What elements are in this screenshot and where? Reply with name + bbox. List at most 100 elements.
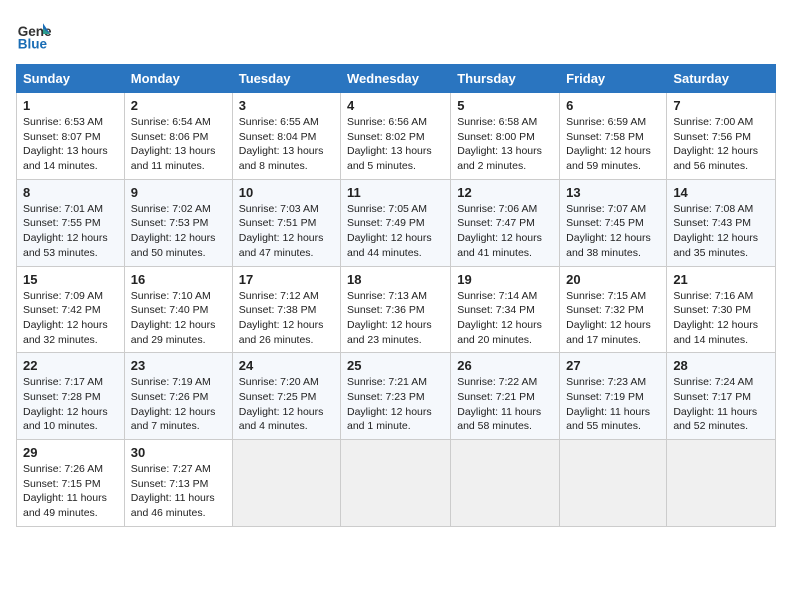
sunrise-label: Sunrise: 6:54 AM (131, 116, 211, 128)
day-number: 7 (673, 98, 769, 113)
calendar-day-cell: 24 Sunrise: 7:20 AM Sunset: 7:25 PM Dayl… (232, 353, 340, 440)
sunset-label: Sunset: 7:42 PM (23, 304, 101, 316)
day-detail: Sunrise: 7:03 AM Sunset: 7:51 PM Dayligh… (239, 202, 334, 261)
calendar-day-cell (560, 440, 667, 527)
day-number: 1 (23, 98, 118, 113)
sunrise-label: Sunrise: 7:23 AM (566, 376, 646, 388)
calendar-week-row: 1 Sunrise: 6:53 AM Sunset: 8:07 PM Dayli… (17, 93, 776, 180)
sunrise-label: Sunrise: 7:09 AM (23, 290, 103, 302)
daylight-label: Daylight: 12 hours and 38 minutes. (566, 232, 651, 259)
day-number: 28 (673, 358, 769, 373)
calendar-day-cell: 15 Sunrise: 7:09 AM Sunset: 7:42 PM Dayl… (17, 266, 125, 353)
day-detail: Sunrise: 6:55 AM Sunset: 8:04 PM Dayligh… (239, 115, 334, 174)
weekday-header-row: SundayMondayTuesdayWednesdayThursdayFrid… (17, 65, 776, 93)
day-number: 30 (131, 445, 226, 460)
weekday-header-monday: Monday (124, 65, 232, 93)
day-number: 17 (239, 272, 334, 287)
day-detail: Sunrise: 7:14 AM Sunset: 7:34 PM Dayligh… (457, 289, 553, 348)
calendar-day-cell: 16 Sunrise: 7:10 AM Sunset: 7:40 PM Dayl… (124, 266, 232, 353)
sunrise-label: Sunrise: 6:55 AM (239, 116, 319, 128)
calendar-table: SundayMondayTuesdayWednesdayThursdayFrid… (16, 64, 776, 527)
daylight-label: Daylight: 11 hours and 55 minutes. (566, 406, 650, 433)
calendar-day-cell: 5 Sunrise: 6:58 AM Sunset: 8:00 PM Dayli… (451, 93, 560, 180)
daylight-label: Daylight: 12 hours and 59 minutes. (566, 145, 651, 172)
day-detail: Sunrise: 6:53 AM Sunset: 8:07 PM Dayligh… (23, 115, 118, 174)
day-detail: Sunrise: 7:27 AM Sunset: 7:13 PM Dayligh… (131, 462, 226, 521)
day-number: 14 (673, 185, 769, 200)
day-detail: Sunrise: 7:26 AM Sunset: 7:15 PM Dayligh… (23, 462, 118, 521)
day-number: 27 (566, 358, 660, 373)
calendar-day-cell: 26 Sunrise: 7:22 AM Sunset: 7:21 PM Dayl… (451, 353, 560, 440)
day-detail: Sunrise: 7:20 AM Sunset: 7:25 PM Dayligh… (239, 375, 334, 434)
sunset-label: Sunset: 7:38 PM (239, 304, 317, 316)
day-detail: Sunrise: 7:12 AM Sunset: 7:38 PM Dayligh… (239, 289, 334, 348)
calendar-week-row: 8 Sunrise: 7:01 AM Sunset: 7:55 PM Dayli… (17, 179, 776, 266)
sunset-label: Sunset: 7:13 PM (131, 478, 209, 490)
daylight-label: Daylight: 12 hours and 41 minutes. (457, 232, 542, 259)
day-number: 24 (239, 358, 334, 373)
day-detail: Sunrise: 7:00 AM Sunset: 7:56 PM Dayligh… (673, 115, 769, 174)
calendar-day-cell: 4 Sunrise: 6:56 AM Sunset: 8:02 PM Dayli… (341, 93, 451, 180)
daylight-label: Daylight: 12 hours and 17 minutes. (566, 319, 651, 346)
calendar-day-cell: 6 Sunrise: 6:59 AM Sunset: 7:58 PM Dayli… (560, 93, 667, 180)
day-number: 16 (131, 272, 226, 287)
daylight-label: Daylight: 12 hours and 50 minutes. (131, 232, 216, 259)
day-detail: Sunrise: 7:02 AM Sunset: 7:53 PM Dayligh… (131, 202, 226, 261)
sunset-label: Sunset: 7:17 PM (673, 391, 751, 403)
day-number: 18 (347, 272, 444, 287)
sunrise-label: Sunrise: 7:05 AM (347, 203, 427, 215)
calendar-day-cell: 9 Sunrise: 7:02 AM Sunset: 7:53 PM Dayli… (124, 179, 232, 266)
sunset-label: Sunset: 8:02 PM (347, 131, 425, 143)
sunset-label: Sunset: 7:49 PM (347, 217, 425, 229)
day-number: 8 (23, 185, 118, 200)
weekday-header-saturday: Saturday (667, 65, 776, 93)
sunrise-label: Sunrise: 7:13 AM (347, 290, 427, 302)
sunset-label: Sunset: 7:32 PM (566, 304, 644, 316)
day-number: 25 (347, 358, 444, 373)
sunrise-label: Sunrise: 7:12 AM (239, 290, 319, 302)
calendar-day-cell (451, 440, 560, 527)
sunset-label: Sunset: 7:28 PM (23, 391, 101, 403)
daylight-label: Daylight: 13 hours and 2 minutes. (457, 145, 542, 172)
sunrise-label: Sunrise: 7:00 AM (673, 116, 753, 128)
weekday-header-sunday: Sunday (17, 65, 125, 93)
daylight-label: Daylight: 13 hours and 5 minutes. (347, 145, 432, 172)
calendar-day-cell: 13 Sunrise: 7:07 AM Sunset: 7:45 PM Dayl… (560, 179, 667, 266)
sunrise-label: Sunrise: 7:22 AM (457, 376, 537, 388)
sunset-label: Sunset: 7:47 PM (457, 217, 535, 229)
sunrise-label: Sunrise: 6:53 AM (23, 116, 103, 128)
calendar-day-cell: 12 Sunrise: 7:06 AM Sunset: 7:47 PM Dayl… (451, 179, 560, 266)
calendar-day-cell: 29 Sunrise: 7:26 AM Sunset: 7:15 PM Dayl… (17, 440, 125, 527)
weekday-header-thursday: Thursday (451, 65, 560, 93)
day-detail: Sunrise: 7:22 AM Sunset: 7:21 PM Dayligh… (457, 375, 553, 434)
calendar-week-row: 22 Sunrise: 7:17 AM Sunset: 7:28 PM Dayl… (17, 353, 776, 440)
sunrise-label: Sunrise: 7:16 AM (673, 290, 753, 302)
daylight-label: Daylight: 12 hours and 29 minutes. (131, 319, 216, 346)
calendar-day-cell: 2 Sunrise: 6:54 AM Sunset: 8:06 PM Dayli… (124, 93, 232, 180)
daylight-label: Daylight: 11 hours and 58 minutes. (457, 406, 541, 433)
sunrise-label: Sunrise: 7:07 AM (566, 203, 646, 215)
day-detail: Sunrise: 7:01 AM Sunset: 7:55 PM Dayligh… (23, 202, 118, 261)
sunset-label: Sunset: 7:34 PM (457, 304, 535, 316)
daylight-label: Daylight: 11 hours and 49 minutes. (23, 492, 107, 519)
calendar-day-cell: 19 Sunrise: 7:14 AM Sunset: 7:34 PM Dayl… (451, 266, 560, 353)
day-number: 9 (131, 185, 226, 200)
sunset-label: Sunset: 8:04 PM (239, 131, 317, 143)
sunset-label: Sunset: 7:53 PM (131, 217, 209, 229)
day-number: 4 (347, 98, 444, 113)
sunrise-label: Sunrise: 7:10 AM (131, 290, 211, 302)
day-detail: Sunrise: 7:17 AM Sunset: 7:28 PM Dayligh… (23, 375, 118, 434)
day-detail: Sunrise: 7:15 AM Sunset: 7:32 PM Dayligh… (566, 289, 660, 348)
day-detail: Sunrise: 7:16 AM Sunset: 7:30 PM Dayligh… (673, 289, 769, 348)
calendar-day-cell: 10 Sunrise: 7:03 AM Sunset: 7:51 PM Dayl… (232, 179, 340, 266)
sunrise-label: Sunrise: 7:19 AM (131, 376, 211, 388)
calendar-day-cell: 28 Sunrise: 7:24 AM Sunset: 7:17 PM Dayl… (667, 353, 776, 440)
sunrise-label: Sunrise: 6:58 AM (457, 116, 537, 128)
weekday-header-friday: Friday (560, 65, 667, 93)
day-detail: Sunrise: 7:13 AM Sunset: 7:36 PM Dayligh… (347, 289, 444, 348)
sunset-label: Sunset: 7:15 PM (23, 478, 101, 490)
daylight-label: Daylight: 12 hours and 20 minutes. (457, 319, 542, 346)
day-detail: Sunrise: 6:59 AM Sunset: 7:58 PM Dayligh… (566, 115, 660, 174)
daylight-label: Daylight: 12 hours and 14 minutes. (673, 319, 758, 346)
calendar-day-cell: 21 Sunrise: 7:16 AM Sunset: 7:30 PM Dayl… (667, 266, 776, 353)
